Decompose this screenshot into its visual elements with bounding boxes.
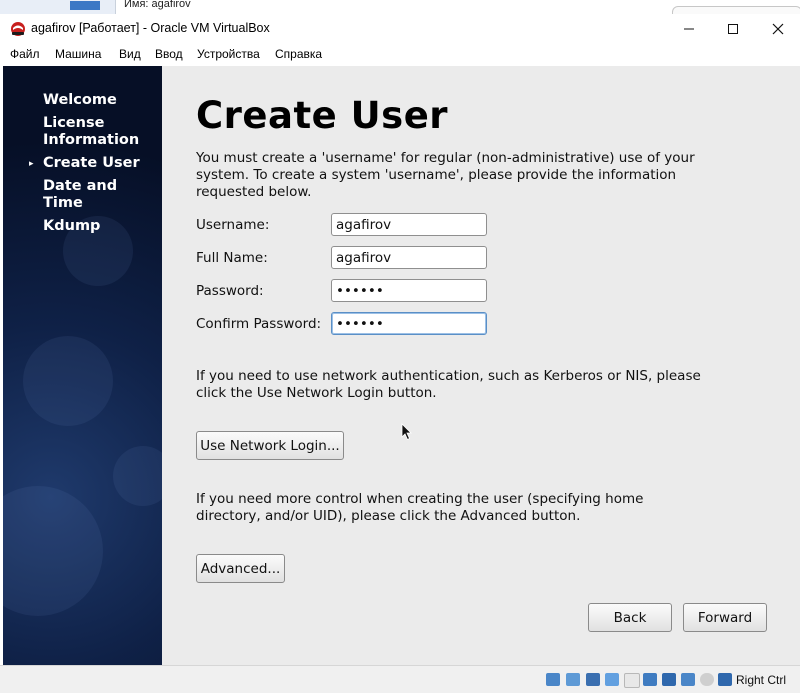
advanced-text: If you need more control when creating t… [196,491,644,524]
step-kdump: Kdump [43,218,101,234]
menu-devices[interactable]: Устройства [197,47,260,61]
intro-text: You must create a 'username' for regular… [196,150,695,200]
guest-display[interactable]: Welcome License Information ▸ Create Use… [0,65,800,665]
usb-icon[interactable] [624,673,640,688]
network-login-text: If you need to use network authenticatio… [196,368,701,401]
create-user-page: Create User You must create a 'username'… [162,66,800,665]
hard-disk-icon[interactable] [546,673,560,686]
minimize-button[interactable] [666,14,712,43]
host-key-label: Right Ctrl [736,673,787,687]
virtualization-icon [700,673,714,686]
title-bar[interactable]: agafirov [Работает] - Oracle VM VirtualB… [0,14,800,43]
status-bar: Right Ctrl [0,665,800,693]
host-tree-panel [0,0,116,14]
menu-file[interactable]: Файл [10,47,40,61]
use-network-login-button[interactable]: Use Network Login... [196,431,344,460]
host-name-label: Имя: agafirov [124,0,191,10]
confirm-password-input[interactable] [331,312,487,335]
optical-drive-icon[interactable] [566,673,580,686]
back-button[interactable]: Back [588,603,672,632]
password-label: Password: [196,283,264,299]
current-step-arrow-icon: ▸ [29,159,34,169]
minimize-icon [684,28,694,29]
step-license-information: License Information [43,115,140,148]
fullname-label: Full Name: [196,250,268,266]
host-vm-icon [70,1,100,10]
sidebar-decoration [113,446,162,506]
audio-icon[interactable] [586,673,600,686]
host-background: Имя: agafirov [0,0,800,15]
password-input[interactable] [331,279,487,302]
video-capture-icon[interactable] [681,673,695,686]
maximize-button[interactable] [710,14,756,43]
username-label: Username: [196,217,270,233]
menu-view[interactable]: Вид [119,47,141,61]
menu-bar: Файл Машина Вид Ввод Устройства Справка [0,43,800,66]
sidebar-decoration [23,336,113,426]
confirm-password-label: Confirm Password: [196,316,322,332]
maximize-icon [728,23,738,34]
virtualbox-window: agafirov [Работает] - Oracle VM VirtualB… [0,14,800,693]
sidebar-decoration [3,486,103,616]
menu-input[interactable]: Ввод [155,47,183,61]
step-date-and-time: Date and Time [43,178,118,211]
network-icon[interactable] [605,673,619,686]
close-icon [772,23,784,34]
forward-button[interactable]: Forward [683,603,767,632]
shared-folders-icon[interactable] [643,673,657,686]
advanced-button[interactable]: Advanced... [196,554,285,583]
menu-machine[interactable]: Машина [55,47,101,61]
mouse-integration-icon[interactable] [718,673,732,686]
menu-help[interactable]: Справка [275,47,322,61]
username-input[interactable] [331,213,487,236]
page-title: Create User [196,94,449,137]
step-create-user: Create User [43,155,140,171]
close-button[interactable] [755,14,800,43]
window-title: agafirov [Работает] - Oracle VM VirtualB… [31,21,270,35]
virtualbox-app-icon [11,22,25,36]
installer-step-sidebar: Welcome License Information ▸ Create Use… [3,66,162,665]
step-welcome: Welcome [43,92,117,108]
mouse-pointer-icon [401,423,412,441]
fullname-input[interactable] [331,246,487,269]
display-icon[interactable] [662,673,676,686]
